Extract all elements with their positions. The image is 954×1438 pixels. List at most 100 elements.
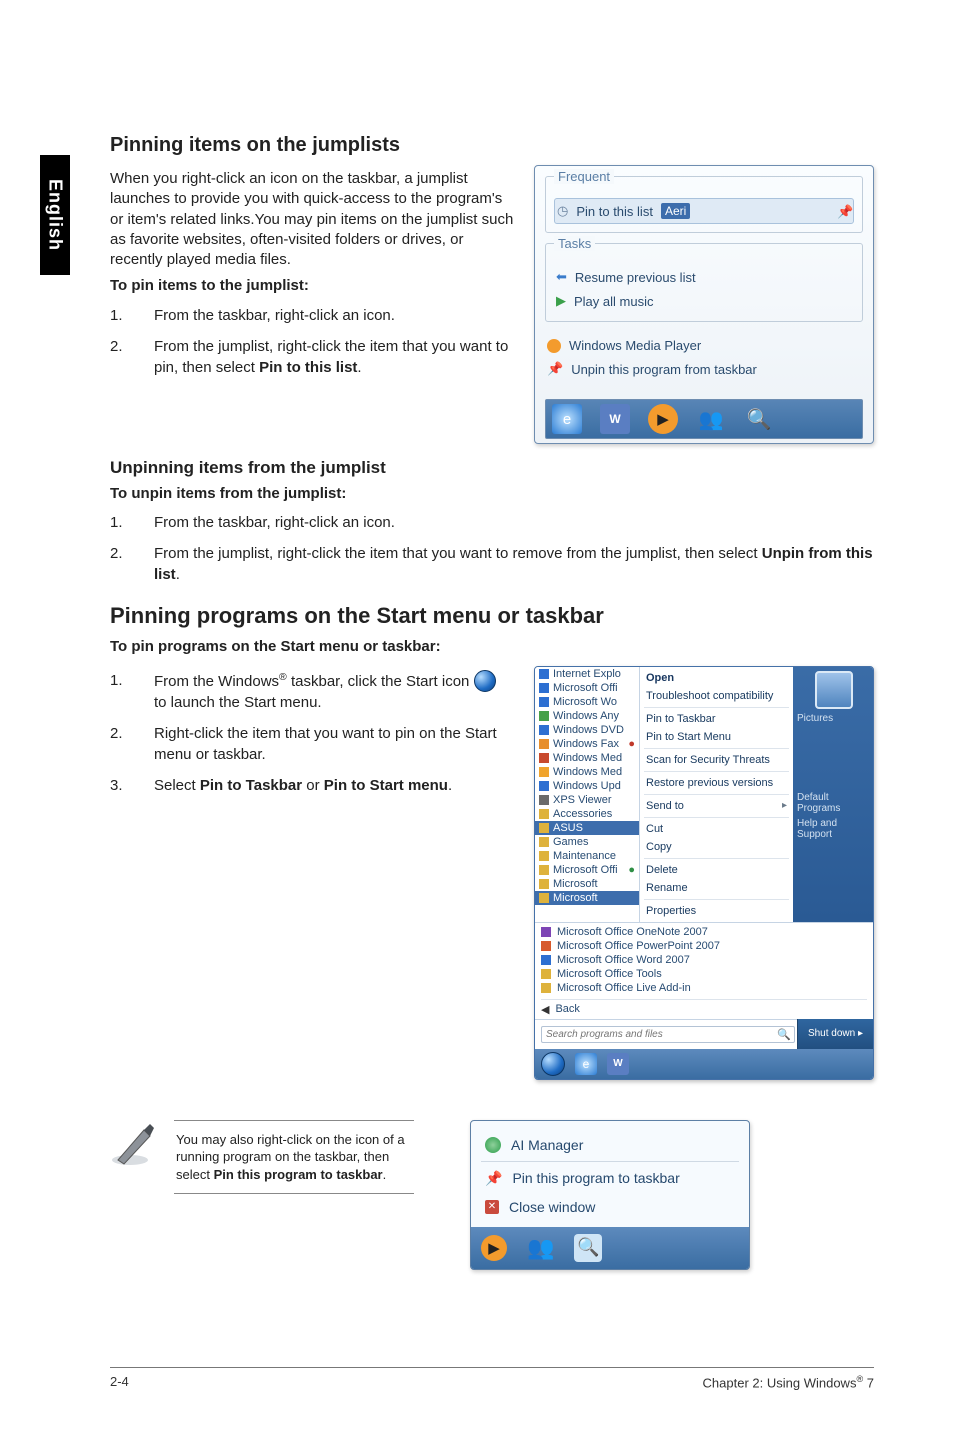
list-item[interactable]: Games [535, 835, 639, 849]
list-item[interactable]: XPS Viewer [535, 793, 639, 807]
jumplist-unpin[interactable]: 📌 Unpin this program from taskbar [545, 357, 863, 381]
list-item[interactable]: Windows Fax● [535, 737, 639, 751]
play-icon: ▶ [556, 293, 566, 309]
ctx-rename[interactable]: Rename [644, 879, 789, 897]
back-arrow-icon: ⬅ [556, 269, 567, 285]
page-footer: 2-4 Chapter 2: Using Windows® 7 [110, 1367, 874, 1390]
wmp-taskbar-icon[interactable]: ▶ [481, 1235, 507, 1261]
ctx-scan[interactable]: Scan for Security Threats [644, 751, 789, 769]
clock-icon: ◷ [557, 203, 568, 219]
recent-item[interactable]: Microsoft Office Live Add-in [541, 981, 867, 995]
right-pictures[interactable]: Pictures [797, 713, 833, 724]
ctx-delete[interactable]: Delete [644, 861, 789, 879]
list-item[interactable]: Windows Med [535, 751, 639, 765]
users-icon[interactable]: 👥 [696, 404, 726, 434]
heading-unpin-jumplist: Unpinning items from the jumplist [110, 458, 874, 478]
back-arrow-icon: ◀ [541, 1003, 549, 1016]
jumplist-tasks-group: Tasks ⬅ Resume previous list ▶ Play all … [545, 243, 863, 322]
start-orb-icon[interactable] [541, 1052, 565, 1076]
list-item-selected[interactable]: ASUS [535, 821, 639, 835]
ctx-pin-startmenu[interactable]: Pin to Start Menu [644, 728, 789, 746]
list-item[interactable]: Microsoft Offi● [535, 863, 639, 877]
ctx-ai-manager[interactable]: AI Manager [481, 1131, 739, 1159]
ctx-cut[interactable]: Cut [644, 820, 789, 838]
jumplist-frequent-group: Frequent ◷ Pin to this list Aeri 📌 [545, 176, 863, 233]
chapter-label: Chapter 2: Using Windows® 7 [703, 1374, 874, 1390]
ctx-pin-program[interactable]: 📌 Pin this program to taskbar [481, 1164, 739, 1193]
user-avatar[interactable] [815, 671, 853, 709]
taskbar-strip: e W ▶ 👥 🔍 [545, 399, 863, 439]
prog-step-1: 1. From the Windows® taskbar, click the … [110, 670, 514, 713]
jumplist-wmp[interactable]: Windows Media Player [545, 334, 863, 357]
close-icon: ✕ [485, 1200, 499, 1214]
wmp-taskbar-icon[interactable]: ▶ [648, 404, 678, 434]
ie-icon[interactable]: e [552, 404, 582, 434]
prog-step-2: 2. Right-click the item that you want to… [110, 723, 514, 765]
list-item[interactable]: Windows DVD [535, 723, 639, 737]
ctx-copy[interactable]: Copy [644, 838, 789, 856]
start-back[interactable]: ◀Back [541, 1002, 867, 1017]
start-right-panel: Pictures Default Programs Help and Suppo… [793, 667, 873, 922]
to-pin-jumplist-heading: To pin items to the jumplist: [110, 276, 514, 296]
pin-step-2: 2. From the jumplist, right-click the it… [110, 336, 514, 378]
pin-icon[interactable]: 📌 [837, 204, 851, 218]
recent-item[interactable]: Microsoft Office PowerPoint 2007 [541, 939, 867, 953]
page: Pinning items on the jumplists When you … [0, 0, 954, 1438]
users-icon[interactable]: 👥 [527, 1235, 554, 1261]
note-text: You may also right-click on the icon of … [174, 1120, 414, 1195]
to-pin-programs-heading: To pin programs on the Start menu or tas… [110, 637, 874, 657]
ctx-properties[interactable]: Properties [644, 902, 789, 920]
jumplist-tasks-label: Tasks [554, 236, 595, 251]
ctx-pin-taskbar[interactable]: Pin to Taskbar [644, 710, 789, 728]
unpin-step-1: 1. From the taskbar, right-click an icon… [110, 512, 874, 533]
jumplist-pinned-item[interactable]: ◷ Pin to this list Aeri 📌 [554, 198, 854, 224]
wmp-icon [547, 339, 561, 353]
search-icon: 🔍 [777, 1028, 791, 1041]
list-item[interactable]: Microsoft Offi [535, 681, 639, 695]
ctx-taskbar: ▶ 👥 🔍 [471, 1227, 749, 1269]
list-item[interactable]: Microsoft [535, 877, 639, 891]
magnify-icon[interactable]: 🔍 [744, 404, 774, 434]
recent-item[interactable]: Microsoft Office Word 2007 [541, 953, 867, 967]
to-unpin-jumplist-heading: To unpin items from the jumplist: [110, 484, 874, 504]
right-help[interactable]: Help and Support [797, 818, 873, 840]
ctx-close-window[interactable]: ✕ Close window [481, 1193, 739, 1221]
intro-paragraph: When you right-click an icon on the task… [110, 169, 514, 270]
jumplist-program-group: Windows Media Player 📌 Unpin this progra… [545, 332, 863, 389]
ctx-restore[interactable]: Restore previous versions [644, 774, 789, 792]
unpin-step-2: 2. From the jumplist, right-click the it… [110, 543, 874, 585]
ctx-troubleshoot[interactable]: Troubleshoot compatibility [644, 687, 789, 705]
list-item[interactable]: Windows Upd [535, 779, 639, 793]
word-icon[interactable]: W [600, 404, 630, 434]
start-taskbar: e W [535, 1049, 873, 1079]
pin-icon: 📌 [485, 1170, 502, 1187]
word-icon[interactable]: W [607, 1053, 629, 1075]
list-item[interactable]: Windows Any [535, 709, 639, 723]
context-menu: Open Troubleshoot compatibility Pin to T… [640, 667, 793, 922]
start-recent-list: Microsoft Office OneNote 2007 Microsoft … [535, 922, 873, 1019]
magnify-icon[interactable]: 🔍 [574, 1234, 602, 1262]
page-number: 2-4 [110, 1374, 129, 1390]
right-default-programs[interactable]: Default Programs [797, 792, 873, 814]
recent-item[interactable]: Microsoft Office Tools [541, 967, 867, 981]
unpin-icon: 📌 [547, 361, 563, 377]
recent-item[interactable]: Microsoft Office OneNote 2007 [541, 925, 867, 939]
ctx-open[interactable]: Open [644, 669, 789, 687]
list-item-selected[interactable]: Microsoft [535, 891, 639, 905]
heading-pin-programs: Pinning programs on the Start menu or ta… [110, 603, 874, 629]
prog-step-3: 3. Select Pin to Taskbar or Pin to Start… [110, 775, 514, 796]
jumplist-frequent-label: Frequent [554, 169, 614, 184]
list-item[interactable]: Windows Med [535, 765, 639, 779]
ie-icon[interactable]: e [575, 1053, 597, 1075]
shutdown-button[interactable]: Shut down ▸ [797, 1019, 873, 1049]
list-item[interactable]: Internet Explo [535, 667, 639, 681]
ctx-sendto[interactable]: Send to▸ [644, 797, 789, 815]
note-pen-icon [110, 1120, 158, 1168]
start-orb-icon [474, 670, 496, 692]
start-search-input[interactable] [541, 1026, 795, 1043]
list-item[interactable]: Microsoft Wo [535, 695, 639, 709]
jumplist-resume[interactable]: ⬅ Resume previous list [554, 265, 854, 289]
list-item[interactable]: Accessories [535, 807, 639, 821]
list-item[interactable]: Maintenance [535, 849, 639, 863]
jumplist-play-all[interactable]: ▶ Play all music [554, 289, 854, 313]
